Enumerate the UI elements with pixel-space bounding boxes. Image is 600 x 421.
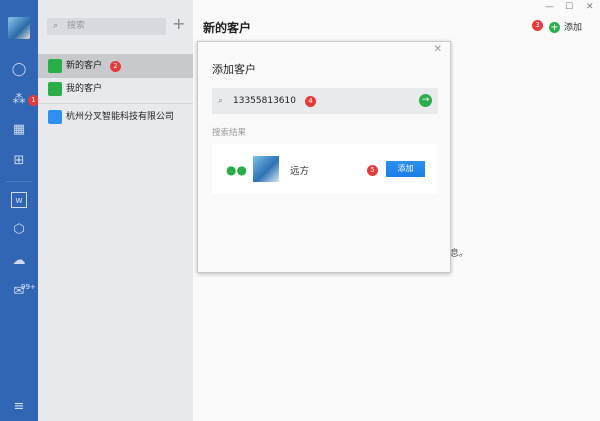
wechat-icon: ●● [226,163,247,177]
list-item-company[interactable]: 杭州分叉智能科技有限公司 [38,105,193,129]
nav-rail: ◯ ⁂ 1 ▦ ⊞ w ⬡ ☁ ✉ 99+ ≡ [0,0,39,421]
step-badge: 4 [305,96,316,107]
add-result-button[interactable]: 添加 [386,161,425,177]
word-icon[interactable]: w [11,192,27,208]
query-value: 13355813610 [233,96,296,106]
search-icon: ⌕ [218,96,224,106]
results-label: 搜索结果 [212,128,247,138]
add-label: 添加 [564,23,583,33]
apps-icon[interactable]: ⊞ [11,153,27,169]
add-customer-button[interactable]: + 添加 [549,20,582,33]
item-label: 新的客户 [66,61,103,71]
add-icon[interactable]: + [172,14,185,33]
result-name: 远方 [290,166,310,177]
result-avatar [253,156,279,182]
page-title: 新的客户 [203,21,252,35]
item-label: 我的客户 [66,84,103,94]
divider [38,103,193,104]
folder-icon [48,110,62,124]
search-placeholder: 搜索 [67,21,86,31]
list-item-my-customers[interactable]: 我的客户 [38,77,193,101]
step-badge: 3 [532,20,543,31]
drive-icon[interactable]: ⬡ [11,222,27,238]
item-label: 杭州分叉智能科技有限公司 [66,112,175,122]
close-icon[interactable]: ✕ [434,44,442,55]
user-avatar[interactable] [8,17,30,39]
step-badge: 5 [367,165,378,176]
close-window-button[interactable]: ✕ [586,2,594,12]
search-go-button[interactable]: → [419,94,432,107]
divider [6,181,32,182]
wechat-icon [48,82,62,96]
chat-icon[interactable]: ◯ [11,62,27,78]
mail-badge: 99+ [21,283,36,291]
phone-search-input[interactable]: ⌕ 13355813610 4 → [212,88,438,114]
plus-icon: + [549,22,560,33]
result-card: ●● 远方 5 添加 [212,144,438,194]
new-customer-icon [48,59,62,73]
minimize-button[interactable]: — [545,2,554,12]
add-customer-dialog: ✕ 添加客户 ⌕ 13355813610 4 → 搜索结果 ●● 远方 5 添加 [197,41,451,273]
search-icon: ⌕ [53,21,59,31]
step-badge: 2 [110,61,121,72]
org-icon[interactable]: ⁂ [11,92,27,108]
menu-icon[interactable]: ≡ [11,399,27,415]
search-input[interactable]: ⌕ 搜索 [47,18,166,35]
calendar-icon[interactable]: ▦ [11,122,27,138]
cloud-phone-icon[interactable]: ☁ [11,253,27,269]
maximize-button[interactable]: ☐ [565,2,573,12]
list-item-new-customers[interactable]: 新的客户 2 [38,54,193,78]
contact-list-panel: ⌕ 搜索 + 新的客户 2 我的客户 杭州分叉智能科技有限公司 [38,0,193,421]
background-text: 息。 [450,249,469,259]
dialog-title: 添加客户 [212,63,256,76]
